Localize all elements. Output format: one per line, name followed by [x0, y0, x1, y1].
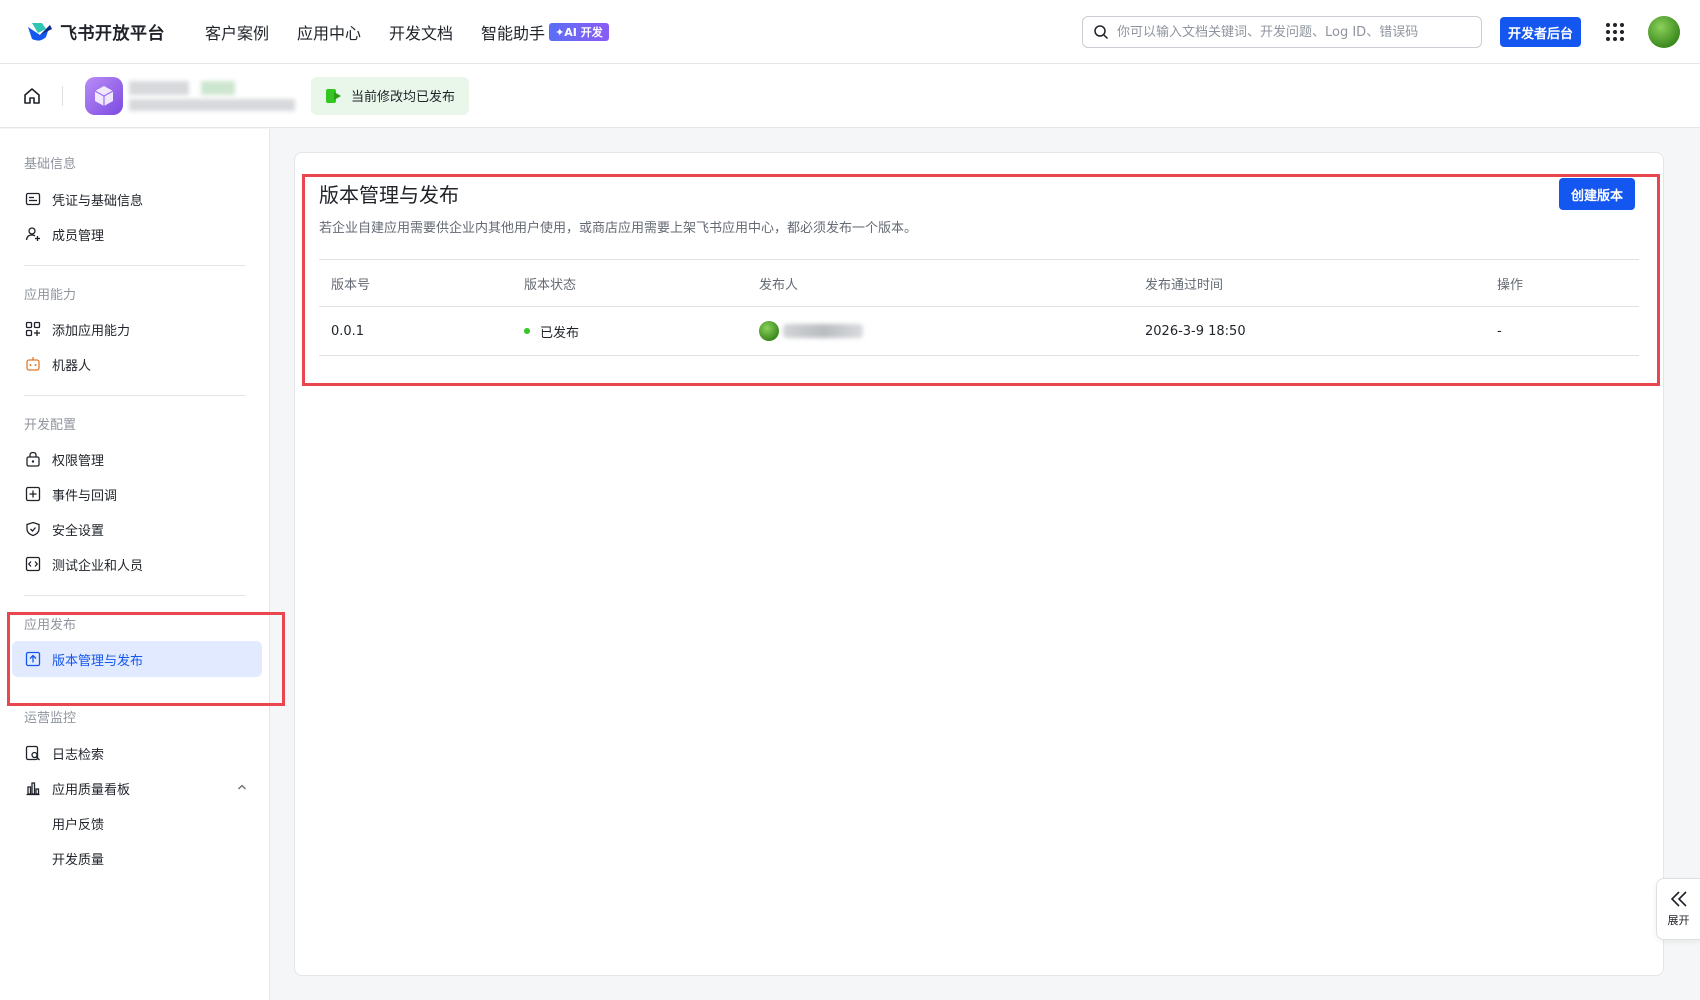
publish-time: 2026-3-9 18:50	[1145, 323, 1246, 339]
expand-panel-button[interactable]: 展开	[1656, 878, 1700, 940]
sidebar-item-user-feedback[interactable]: 用户反馈	[12, 805, 262, 841]
publish-status-text: 当前修改均已发布	[351, 90, 456, 105]
sidebar-item-log-search[interactable]: 日志检索	[12, 735, 262, 771]
sidebar-item-test-enterprise[interactable]: 测试企业和人员	[12, 546, 262, 582]
column-header-actions: 操作	[1497, 277, 1524, 293]
app-header: 当前修改均已发布	[0, 64, 1700, 128]
sidebar-item-label: 日志检索	[52, 747, 105, 763]
bar-chart-icon	[24, 779, 42, 797]
ai-dev-badge: ✦AI 开发	[549, 22, 609, 41]
sidebar-item-robot[interactable]: 机器人	[12, 346, 262, 382]
nav-smart-assistant-label: 智能助手	[481, 23, 546, 43]
sidebar-item-version-publish[interactable]: 版本管理与发布	[12, 641, 262, 677]
sidebar-item-events[interactable]: 事件与回调	[12, 476, 262, 512]
sidebar-item-label: 凭证与基础信息	[52, 193, 144, 209]
sidebar-item-label: 权限管理	[52, 453, 105, 469]
event-icon	[24, 485, 42, 503]
nav-smart-assistant[interactable]: 智能助手 ✦AI 开发	[481, 20, 609, 44]
section-title-monitoring: 运营监控	[24, 711, 77, 726]
column-header-version: 版本号	[331, 277, 371, 293]
sidebar-item-add-capability[interactable]: 添加应用能力	[12, 311, 262, 347]
search-box[interactable]	[1082, 16, 1482, 48]
logo[interactable]: 飞书开放平台	[26, 19, 165, 44]
sidebar-item-members[interactable]: 成员管理	[12, 216, 262, 252]
shield-icon	[24, 520, 42, 538]
publish-status-badge: 当前修改均已发布	[311, 76, 470, 115]
sidebar-item-security[interactable]: 安全设置	[12, 511, 262, 547]
cube-icon	[94, 85, 114, 106]
top-navbar: 飞书开放平台 客户案例 应用中心 开发文档 智能助手 ✦AI 开发 开发者后台	[0, 0, 1700, 64]
divider	[24, 395, 246, 396]
expand-label: 展开	[1667, 914, 1690, 927]
column-header-status: 版本状态	[524, 277, 577, 293]
version-table: 版本号 版本状态 发布人 发布通过时间 操作 0.0.1 已发布 2026-3-…	[319, 259, 1639, 356]
app-name-redacted	[127, 79, 297, 113]
page-description: 若企业自建应用需要供企业内其他用户使用，或商店应用需要上架飞书应用中心，都必须发…	[319, 221, 918, 236]
feishu-logo-icon	[28, 22, 52, 41]
version-management-card: 版本管理与发布 若企业自建应用需要供企业内其他用户使用，或商店应用需要上架飞书应…	[294, 152, 1664, 976]
sidebar-item-label: 测试企业和人员	[52, 558, 144, 574]
user-avatar[interactable]	[1648, 16, 1680, 48]
apps-grid-icon[interactable]	[1606, 23, 1624, 41]
robot-icon	[24, 355, 42, 373]
section-title-capabilities: 应用能力	[24, 288, 77, 303]
sidebar-item-label: 版本管理与发布	[52, 653, 144, 669]
sidebar-item-label: 添加应用能力	[52, 323, 131, 339]
search-input[interactable]	[1117, 24, 1457, 40]
app-icon[interactable]	[85, 76, 123, 115]
sidebar-item-label: 开发质量	[52, 852, 105, 868]
status-text: 已发布	[540, 325, 580, 341]
create-version-button[interactable]: 创建版本	[1559, 178, 1636, 210]
sidebar-item-label: 应用质量看板	[52, 782, 131, 798]
sidebar-item-label: 事件与回调	[52, 488, 118, 504]
chevron-up-icon[interactable]	[236, 781, 248, 793]
column-header-publisher: 发布人	[759, 277, 799, 293]
publisher-avatar	[759, 321, 779, 341]
status-dot	[524, 328, 530, 334]
row-action: -	[1497, 323, 1502, 339]
home-icon[interactable]	[22, 86, 42, 106]
member-add-icon	[24, 225, 42, 243]
sidebar-item-label: 机器人	[52, 358, 92, 374]
column-header-time: 发布通过时间	[1145, 277, 1224, 293]
grid-add-icon	[24, 320, 42, 338]
search-icon	[1094, 25, 1109, 40]
section-title-publish: 应用发布	[24, 618, 77, 633]
section-title-dev-config: 开发配置	[24, 418, 77, 433]
publisher-name-redacted	[783, 324, 863, 338]
brand-name: 飞书开放平台	[60, 24, 165, 44]
developer-console-button[interactable]: 开发者后台	[1500, 17, 1582, 47]
sidebar-item-permissions[interactable]: 权限管理	[12, 441, 262, 477]
sidebar-item-label: 成员管理	[52, 228, 105, 244]
double-chevron-left-icon	[1670, 891, 1687, 907]
page-title: 版本管理与发布	[319, 183, 459, 207]
publisher	[759, 307, 863, 355]
main-nav: 客户案例 应用中心 开发文档 智能助手 ✦AI 开发	[205, 20, 637, 44]
divider	[24, 265, 246, 266]
sidebar-item-quality-board[interactable]: 应用质量看板	[12, 770, 262, 806]
sidebar-item-label: 用户反馈	[52, 817, 105, 833]
nav-dev-docs[interactable]: 开发文档	[389, 20, 453, 44]
sidebar-item-dev-quality[interactable]: 开发质量	[12, 840, 262, 876]
section-title-basic: 基础信息	[24, 157, 77, 172]
log-search-icon	[24, 744, 42, 762]
sidebar: 基础信息 凭证与基础信息 成员管理 应用能力 添加应用能力 机器人 开发配置 权…	[0, 129, 270, 1000]
upload-box-icon	[24, 650, 42, 668]
table-row[interactable]: 0.0.1 已发布 2026-3-9 18:50 -	[319, 307, 1639, 356]
version-status: 已发布	[524, 307, 579, 355]
nav-app-center[interactable]: 应用中心	[297, 20, 361, 44]
credential-icon	[24, 190, 42, 208]
published-status-icon	[326, 88, 341, 103]
table-header: 版本号 版本状态 发布人 发布通过时间 操作	[319, 259, 1639, 307]
sidebar-item-credentials[interactable]: 凭证与基础信息	[12, 181, 262, 217]
code-box-icon	[24, 555, 42, 573]
divider	[62, 85, 63, 106]
divider	[24, 595, 246, 596]
nav-customer-cases[interactable]: 客户案例	[205, 20, 269, 44]
lock-icon	[24, 450, 42, 468]
sidebar-item-label: 安全设置	[52, 523, 105, 539]
version-number: 0.0.1	[331, 323, 365, 339]
